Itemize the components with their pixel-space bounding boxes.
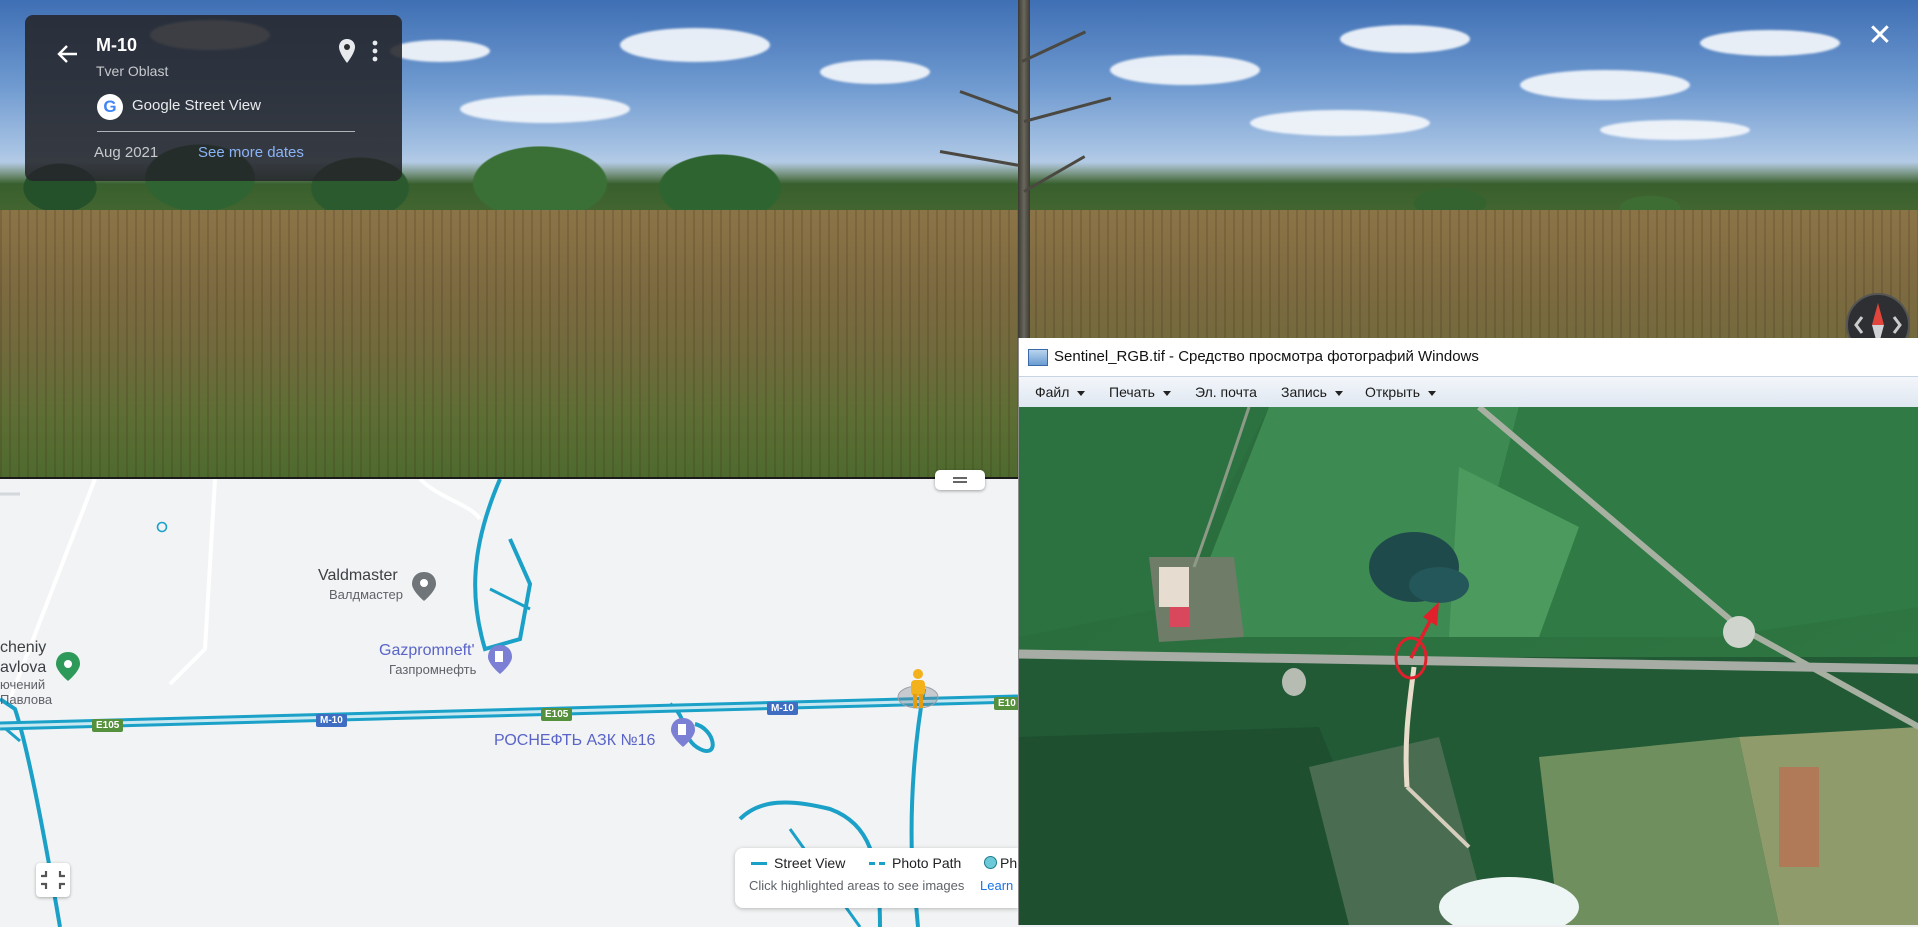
divider — [97, 131, 355, 132]
legend-photo-path: Photo Path — [892, 855, 962, 871]
menu-email[interactable]: Эл. почта — [1195, 384, 1257, 400]
tree-branch — [959, 90, 1019, 115]
street-view-info-card: M-10 Tver Oblast G Google Street View Au… — [25, 15, 402, 181]
poi-gazpromneft[interactable]: Gazpromneft' — [379, 642, 475, 660]
cloud — [1340, 25, 1470, 53]
menu-bar: Файл Печать Эл. почта Запись Открыть — [1019, 376, 1918, 408]
collapse-icon[interactable] — [36, 863, 70, 897]
window-title: Sentinel_RGB.tif - Средство просмотра фо… — [1054, 348, 1479, 365]
road-shield-m10: M-10 — [316, 714, 347, 727]
learn-more-link[interactable]: Learn — [980, 878, 1013, 893]
road-shield-e105: E105 — [92, 719, 124, 732]
chevron-down-icon — [1162, 390, 1171, 396]
photosphere-dot-icon — [984, 856, 997, 869]
capture-date: Aug 2021 — [94, 144, 159, 161]
cloud — [1700, 30, 1840, 56]
menu-open[interactable]: Открыть — [1365, 384, 1436, 400]
back-arrow-icon[interactable] — [55, 41, 81, 67]
poi-partial-label[interactable]: avlova — [0, 659, 46, 677]
cloud — [1110, 55, 1260, 85]
photo-viewer-window[interactable]: Sentinel_RGB.tif - Средство просмотра фо… — [1018, 338, 1918, 925]
window-titlebar[interactable]: Sentinel_RGB.tif - Средство просмотра фо… — [1019, 338, 1918, 376]
map-pin-icon[interactable] — [336, 37, 358, 65]
poi-partial-sub: ючений — [0, 677, 46, 692]
legend-street-view: Street View — [774, 855, 846, 871]
legend-hint: Click highlighted areas to see images — [749, 878, 965, 893]
pegman-icon[interactable] — [907, 668, 929, 710]
close-icon[interactable]: ✕ — [1866, 21, 1894, 51]
cloud — [390, 40, 490, 62]
chevron-down-icon — [1427, 390, 1436, 396]
more-options-icon[interactable] — [368, 37, 382, 65]
google-logo-icon: G — [97, 94, 123, 120]
menu-file[interactable]: Файл — [1035, 384, 1086, 400]
road-shield-m10: M-10 — [767, 702, 798, 715]
poi-rosneft[interactable]: РОСНЕФТЬ АЗК №16 — [494, 732, 655, 750]
cloud — [820, 60, 930, 84]
poi-valdmaster[interactable]: Valdmaster — [318, 567, 398, 585]
source-label: Google Street View — [132, 97, 261, 114]
menu-burn[interactable]: Запись — [1281, 384, 1343, 400]
photo-viewer-icon — [1028, 349, 1048, 366]
see-more-dates-link[interactable]: See more dates — [198, 144, 304, 161]
poi-partial-sub: Павлова — [0, 692, 53, 707]
menu-print[interactable]: Печать — [1109, 384, 1171, 400]
place-region: Tver Oblast — [96, 63, 169, 79]
poi-gazpromneft-sub: Газпромнефть — [389, 662, 477, 677]
road-shield-e105: E105 — [541, 708, 573, 721]
road-shield-e10: E10 — [994, 697, 1018, 710]
cloud — [620, 28, 770, 62]
resize-handle[interactable] — [935, 470, 985, 490]
chevron-down-icon — [1334, 390, 1343, 396]
satellite-image[interactable] — [1019, 407, 1918, 925]
chevron-down-icon — [1077, 390, 1086, 396]
photo-path-line-icon — [869, 862, 885, 865]
map-legend: Street View Photo Path Ph Click highligh… — [735, 848, 1018, 908]
legend-photosphere: Ph — [1000, 855, 1018, 871]
cloud — [1520, 70, 1690, 100]
place-title: M-10 — [96, 35, 138, 55]
street-view-line-icon — [751, 862, 767, 865]
tree-branch — [1021, 30, 1087, 63]
poi-valdmaster-sub: Валдмастер — [329, 587, 404, 602]
poi-partial-label[interactable]: cheniy — [0, 639, 46, 657]
